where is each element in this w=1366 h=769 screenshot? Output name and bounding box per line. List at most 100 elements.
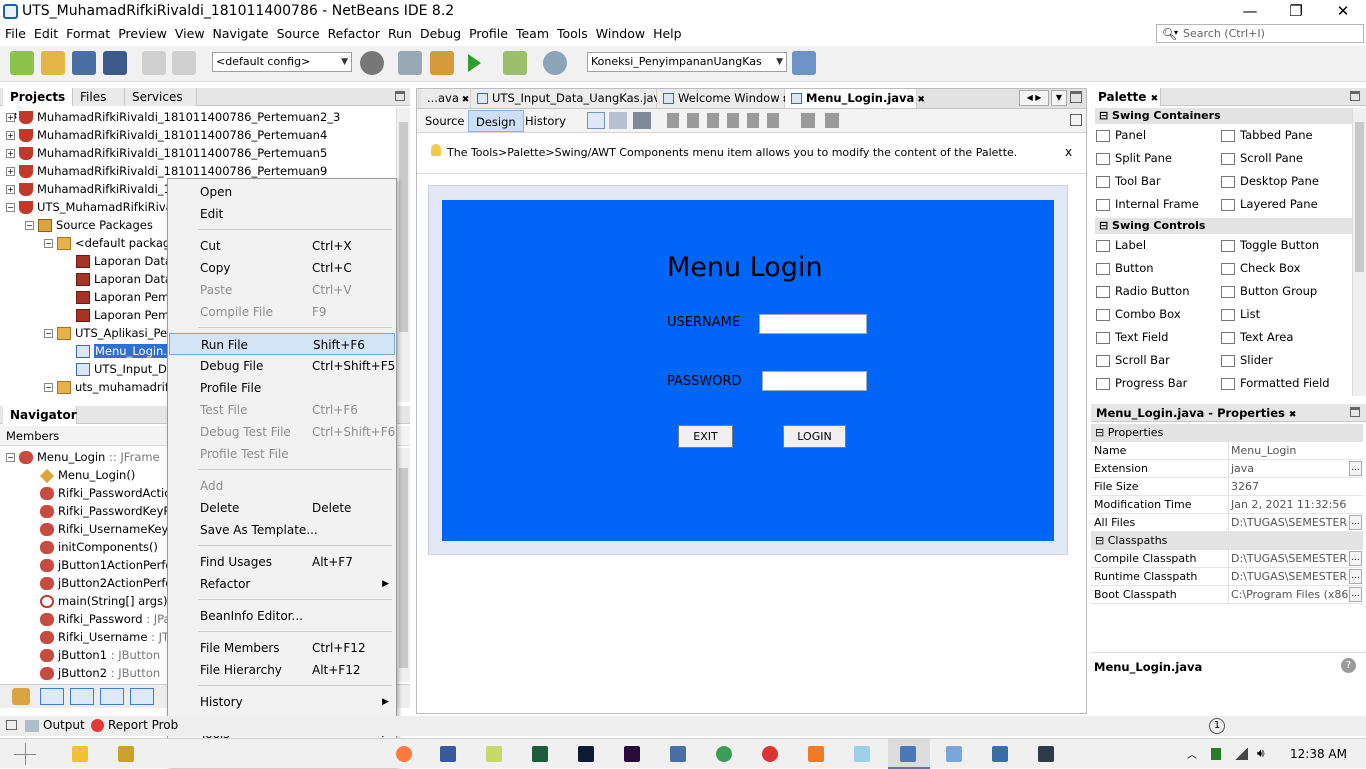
context-menu-item[interactable]: BeanInfo Editor... <box>169 605 395 627</box>
tree-toggle-icon[interactable]: + <box>6 113 15 122</box>
navigator-member[interactable]: main(String[] args) <box>40 592 168 610</box>
property-row[interactable]: Name Menu_Login <box>1091 442 1363 460</box>
menu-run[interactable]: Run <box>384 24 416 44</box>
property-editor-button[interactable]: ... <box>1349 587 1362 602</box>
palette-item[interactable]: Slider <box>1221 350 1273 370</box>
tree-node[interactable]: Laporan Data <box>63 252 172 270</box>
menu-refactor[interactable]: Refactor <box>324 24 384 44</box>
app-icon[interactable] <box>900 746 916 762</box>
filter-inherited-icon[interactable] <box>130 688 154 705</box>
undo-icon[interactable] <box>142 51 166 75</box>
navigator-member[interactable]: jButton2ActionPerfor <box>40 574 177 592</box>
navigator-member[interactable]: Menu_Login() <box>39 466 135 484</box>
tab-files[interactable]: Files <box>73 88 125 106</box>
palette-item[interactable]: Text Field <box>1096 327 1168 347</box>
palette-item[interactable]: Layered Pane <box>1221 194 1318 214</box>
redo-icon[interactable] <box>172 51 196 75</box>
navigator-member[interactable]: − Menu_Login :: JFrame <box>6 448 160 466</box>
context-menu-item[interactable]: Edit <box>169 203 395 225</box>
app-icon[interactable] <box>946 746 962 762</box>
context-menu-item[interactable]: Debug File Ctrl+Shift+F5 <box>169 355 395 377</box>
navigator-scrollbar[interactable] <box>396 448 410 682</box>
navigator-member[interactable]: jButton1ActionPerfor <box>40 556 177 574</box>
palette-item[interactable]: Combo Box <box>1096 304 1181 324</box>
property-row[interactable]: Compile Classpath D:\TUGAS\SEMESTER...... <box>1091 550 1363 568</box>
menu-format[interactable]: Format <box>62 24 114 44</box>
filter-private-icon[interactable] <box>100 688 124 705</box>
app-icon[interactable] <box>440 746 456 762</box>
palette-item[interactable]: Scroll Bar <box>1096 350 1170 370</box>
tab-list-dropdown-icon[interactable]: ▼ <box>1051 90 1067 106</box>
filter-static-icon[interactable] <box>70 688 94 705</box>
editor-tab[interactable]: Menu_Login.java ✖ <box>785 89 925 108</box>
align-tools-icon[interactable] <box>667 113 787 128</box>
context-menu-item[interactable]: Delete Delete <box>169 497 395 519</box>
new-file-icon[interactable] <box>10 51 34 75</box>
attach-debugger-icon[interactable] <box>792 51 816 75</box>
palette-item[interactable]: List <box>1221 304 1260 324</box>
menu-profile[interactable]: Profile <box>465 24 512 44</box>
tree-toggle-icon[interactable]: − <box>44 239 53 248</box>
property-value[interactable]: 3267 <box>1228 478 1348 495</box>
navigator-member[interactable]: Rifki_PasswordAction <box>40 484 179 502</box>
palette-item[interactable]: Desktop Pane <box>1221 171 1319 191</box>
collapse-icon[interactable]: ⊟ <box>1095 534 1108 547</box>
tree-toggle-icon[interactable]: + <box>6 131 15 140</box>
palette-category[interactable]: ⊟ Swing Controls <box>1095 218 1353 234</box>
config-combo[interactable]: <default config> ▼ <box>212 52 352 72</box>
palette-item[interactable]: Check Box <box>1221 258 1300 278</box>
close-icon[interactable]: ✖ <box>1151 94 1159 104</box>
design-mode-button[interactable]: Design <box>468 110 524 132</box>
palette-item[interactable]: Scroll Pane <box>1221 148 1303 168</box>
app-icon[interactable] <box>396 746 412 762</box>
filter-fields-icon[interactable] <box>40 688 64 705</box>
property-value[interactable]: D:\TUGAS\SEMESTER... <box>1228 514 1348 531</box>
virtualbox-icon[interactable] <box>670 746 686 762</box>
app-icon[interactable] <box>1038 746 1054 762</box>
property-value[interactable]: java <box>1228 460 1348 477</box>
app-icon[interactable] <box>762 746 778 762</box>
menu-window[interactable]: Window <box>592 24 649 44</box>
menu-debug[interactable]: Debug <box>416 24 465 44</box>
palette-item[interactable]: Button Group <box>1221 281 1317 301</box>
editor-tab[interactable]: Welcome Window ✖ <box>657 89 790 108</box>
palette-item[interactable]: Formatted Field <box>1221 373 1330 393</box>
palette-item[interactable]: Progress Bar <box>1096 373 1187 393</box>
premiere-icon[interactable] <box>624 746 640 762</box>
tree-toggle-icon[interactable]: − <box>25 221 34 230</box>
palette-item[interactable]: Toggle Button <box>1221 235 1319 255</box>
filter-icon[interactable] <box>12 688 30 705</box>
app-icon[interactable] <box>854 746 870 762</box>
close-button[interactable]: ✕ <box>1320 0 1366 24</box>
palette-item[interactable]: Split Pane <box>1096 148 1172 168</box>
xampp-icon[interactable] <box>808 746 824 762</box>
tree-toggle-icon[interactable]: + <box>6 149 15 158</box>
scrollbar-thumb[interactable] <box>1355 122 1364 272</box>
clean-build-icon[interactable] <box>430 51 454 75</box>
menu-navigate[interactable]: Navigate <box>209 24 273 44</box>
palette-item[interactable]: Text Area <box>1221 327 1293 347</box>
context-menu-item[interactable]: Copy Ctrl+C <box>169 257 395 279</box>
debug-icon[interactable] <box>503 51 527 75</box>
new-project-icon[interactable] <box>41 51 65 75</box>
jframe-form[interactable]: Menu Login USERNAME PASSWORD EXIT LOGIN <box>442 200 1054 541</box>
navigator-member[interactable]: Rifki_Username : JTe <box>40 628 174 646</box>
tab-projects[interactable]: Projects ✖ <box>3 88 73 122</box>
tab-scroll-arrows-icon[interactable]: ◀ ▶ <box>1019 90 1049 106</box>
build-hammer-icon[interactable] <box>398 51 422 75</box>
menu-edit[interactable]: Edit <box>30 24 62 44</box>
tree-toggle-icon[interactable]: − <box>44 383 53 392</box>
palette-item[interactable]: Internal Frame <box>1096 194 1199 214</box>
open-project-icon[interactable] <box>72 51 96 75</box>
scrollbar-thumb[interactable] <box>399 468 408 668</box>
collapse-icon[interactable]: ⊟ <box>1099 219 1112 232</box>
property-value[interactable]: Jan 2, 2021 11:32:56 PM <box>1228 496 1348 513</box>
menu-team[interactable]: Team <box>512 24 553 44</box>
property-section[interactable]: ⊟ Properties <box>1091 424 1363 442</box>
palette-item[interactable]: Tool Bar <box>1096 171 1161 191</box>
username-textfield[interactable] <box>759 314 867 334</box>
restore-window-icon[interactable] <box>6 720 17 730</box>
tree-node[interactable]: + MuhamadRifkiRivaldi_181011400786_Pertem… <box>6 108 340 126</box>
collapse-icon[interactable]: ⊟ <box>1099 109 1112 122</box>
search-box[interactable]: 🔍︎ ▾ Search (Ctrl+I) <box>1156 24 1364 43</box>
